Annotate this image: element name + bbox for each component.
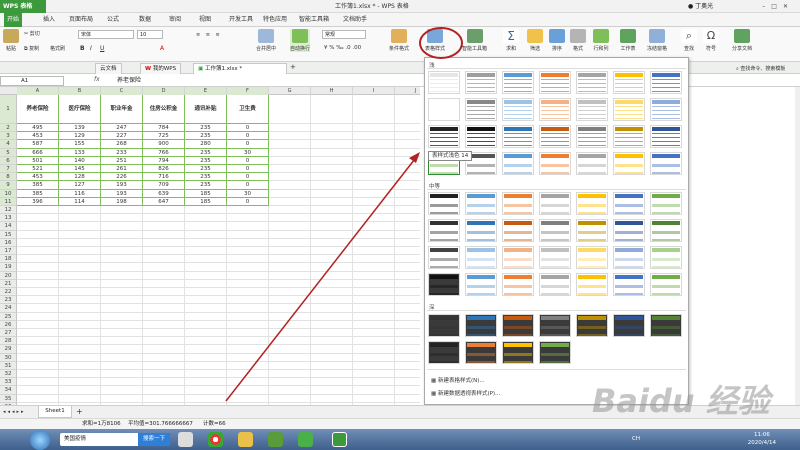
- arrow-head: [409, 152, 420, 163]
- highlight-circle: [419, 27, 463, 59]
- annotation-overlay: [225, 27, 463, 402]
- annotation-arrow: [225, 154, 419, 402]
